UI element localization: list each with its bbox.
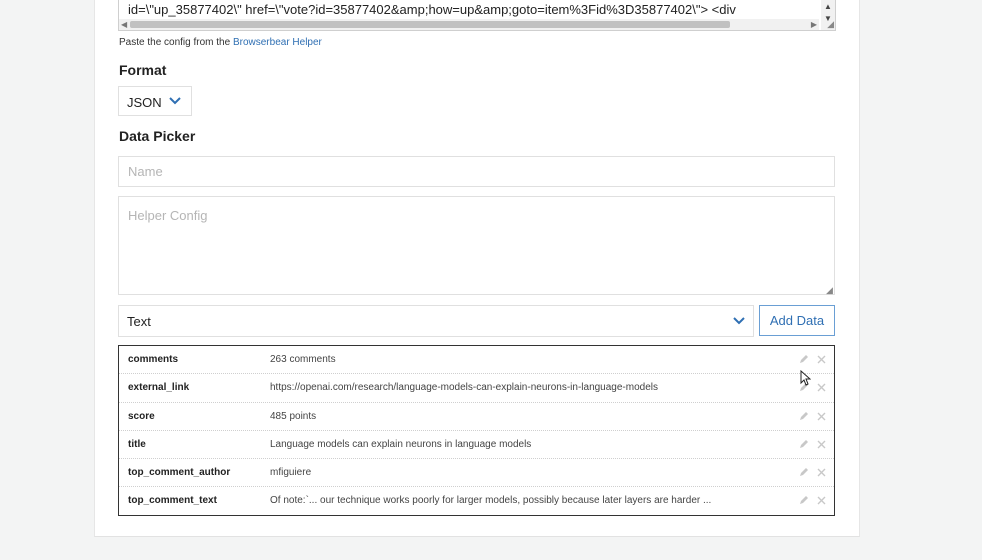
scroll-left-icon[interactable]: ◀: [121, 19, 127, 30]
table-row: top_comment_author mfiguiere: [119, 459, 834, 488]
chevron-down-icon: [169, 94, 181, 113]
helper-config-textarea[interactable]: [118, 196, 835, 295]
mouse-cursor-icon: [800, 369, 812, 391]
table-row: top_comment_text Of note:`... our techni…: [119, 487, 834, 514]
close-icon[interactable]: [816, 437, 827, 455]
table-row: comments 263 comments: [119, 346, 834, 375]
table-row: external_link https://openai.com/researc…: [119, 374, 834, 403]
close-icon[interactable]: [816, 465, 827, 483]
config-code-text: id=\"up_35877402\" href=\"vote?id=358774…: [128, 2, 736, 17]
close-icon[interactable]: [816, 380, 827, 398]
field-value: 263 comments: [270, 354, 336, 365]
name-input[interactable]: [118, 156, 835, 187]
data-picker-label: Data Picker: [119, 128, 196, 144]
data-fields-table: comments 263 comments external_link http…: [118, 345, 835, 516]
config-hint: Paste the config from the Browserbear He…: [119, 37, 322, 48]
data-type-select[interactable]: Text: [118, 305, 754, 337]
scroll-up-icon[interactable]: ▲: [824, 2, 832, 11]
chevron-down-icon: [733, 314, 745, 333]
config-code-textarea[interactable]: id=\"up_35877402\" href=\"vote?id=358774…: [118, 0, 836, 31]
close-icon[interactable]: [816, 493, 827, 511]
scroll-right-icon[interactable]: ▶: [811, 19, 817, 30]
field-key: top_comment_text: [128, 495, 217, 507]
table-row: score 485 points: [119, 403, 834, 431]
field-key: top_comment_author: [128, 467, 231, 479]
browserbear-helper-link[interactable]: Browserbear Helper: [233, 37, 322, 48]
field-key: external_link: [128, 382, 190, 394]
field-key: title: [128, 438, 146, 450]
scrollbar-thumb[interactable]: [130, 21, 730, 28]
field-value: Of note:`... our technique works poorly …: [270, 495, 712, 507]
format-value: JSON: [127, 95, 162, 110]
close-icon[interactable]: [816, 352, 827, 370]
pencil-icon[interactable]: [798, 409, 810, 427]
data-type-value: Text: [127, 314, 151, 329]
pencil-icon[interactable]: [798, 465, 810, 483]
field-value: https://openai.com/research/language-mod…: [270, 382, 658, 394]
field-key: comments: [128, 354, 179, 365]
horizontal-scrollbar[interactable]: ◀ ▶: [119, 19, 819, 30]
add-data-button[interactable]: Add Data: [759, 305, 835, 336]
pencil-icon[interactable]: [798, 437, 810, 455]
close-icon[interactable]: [816, 409, 827, 427]
pencil-icon[interactable]: [798, 352, 810, 370]
format-label: Format: [119, 62, 167, 78]
field-key: score: [128, 410, 155, 422]
field-value: 485 points: [270, 410, 317, 422]
table-row: title Language models can explain neuron…: [119, 431, 834, 460]
field-value: Language models can explain neurons in l…: [270, 438, 532, 450]
resize-grip-icon[interactable]: ◢: [827, 20, 834, 29]
format-select[interactable]: JSON: [118, 86, 192, 116]
field-value: mfiguiere: [270, 467, 312, 479]
textarea-resize-icon[interactable]: ◢: [826, 285, 833, 296]
hint-text: Paste the config from the: [119, 37, 233, 48]
pencil-icon[interactable]: [798, 493, 810, 511]
